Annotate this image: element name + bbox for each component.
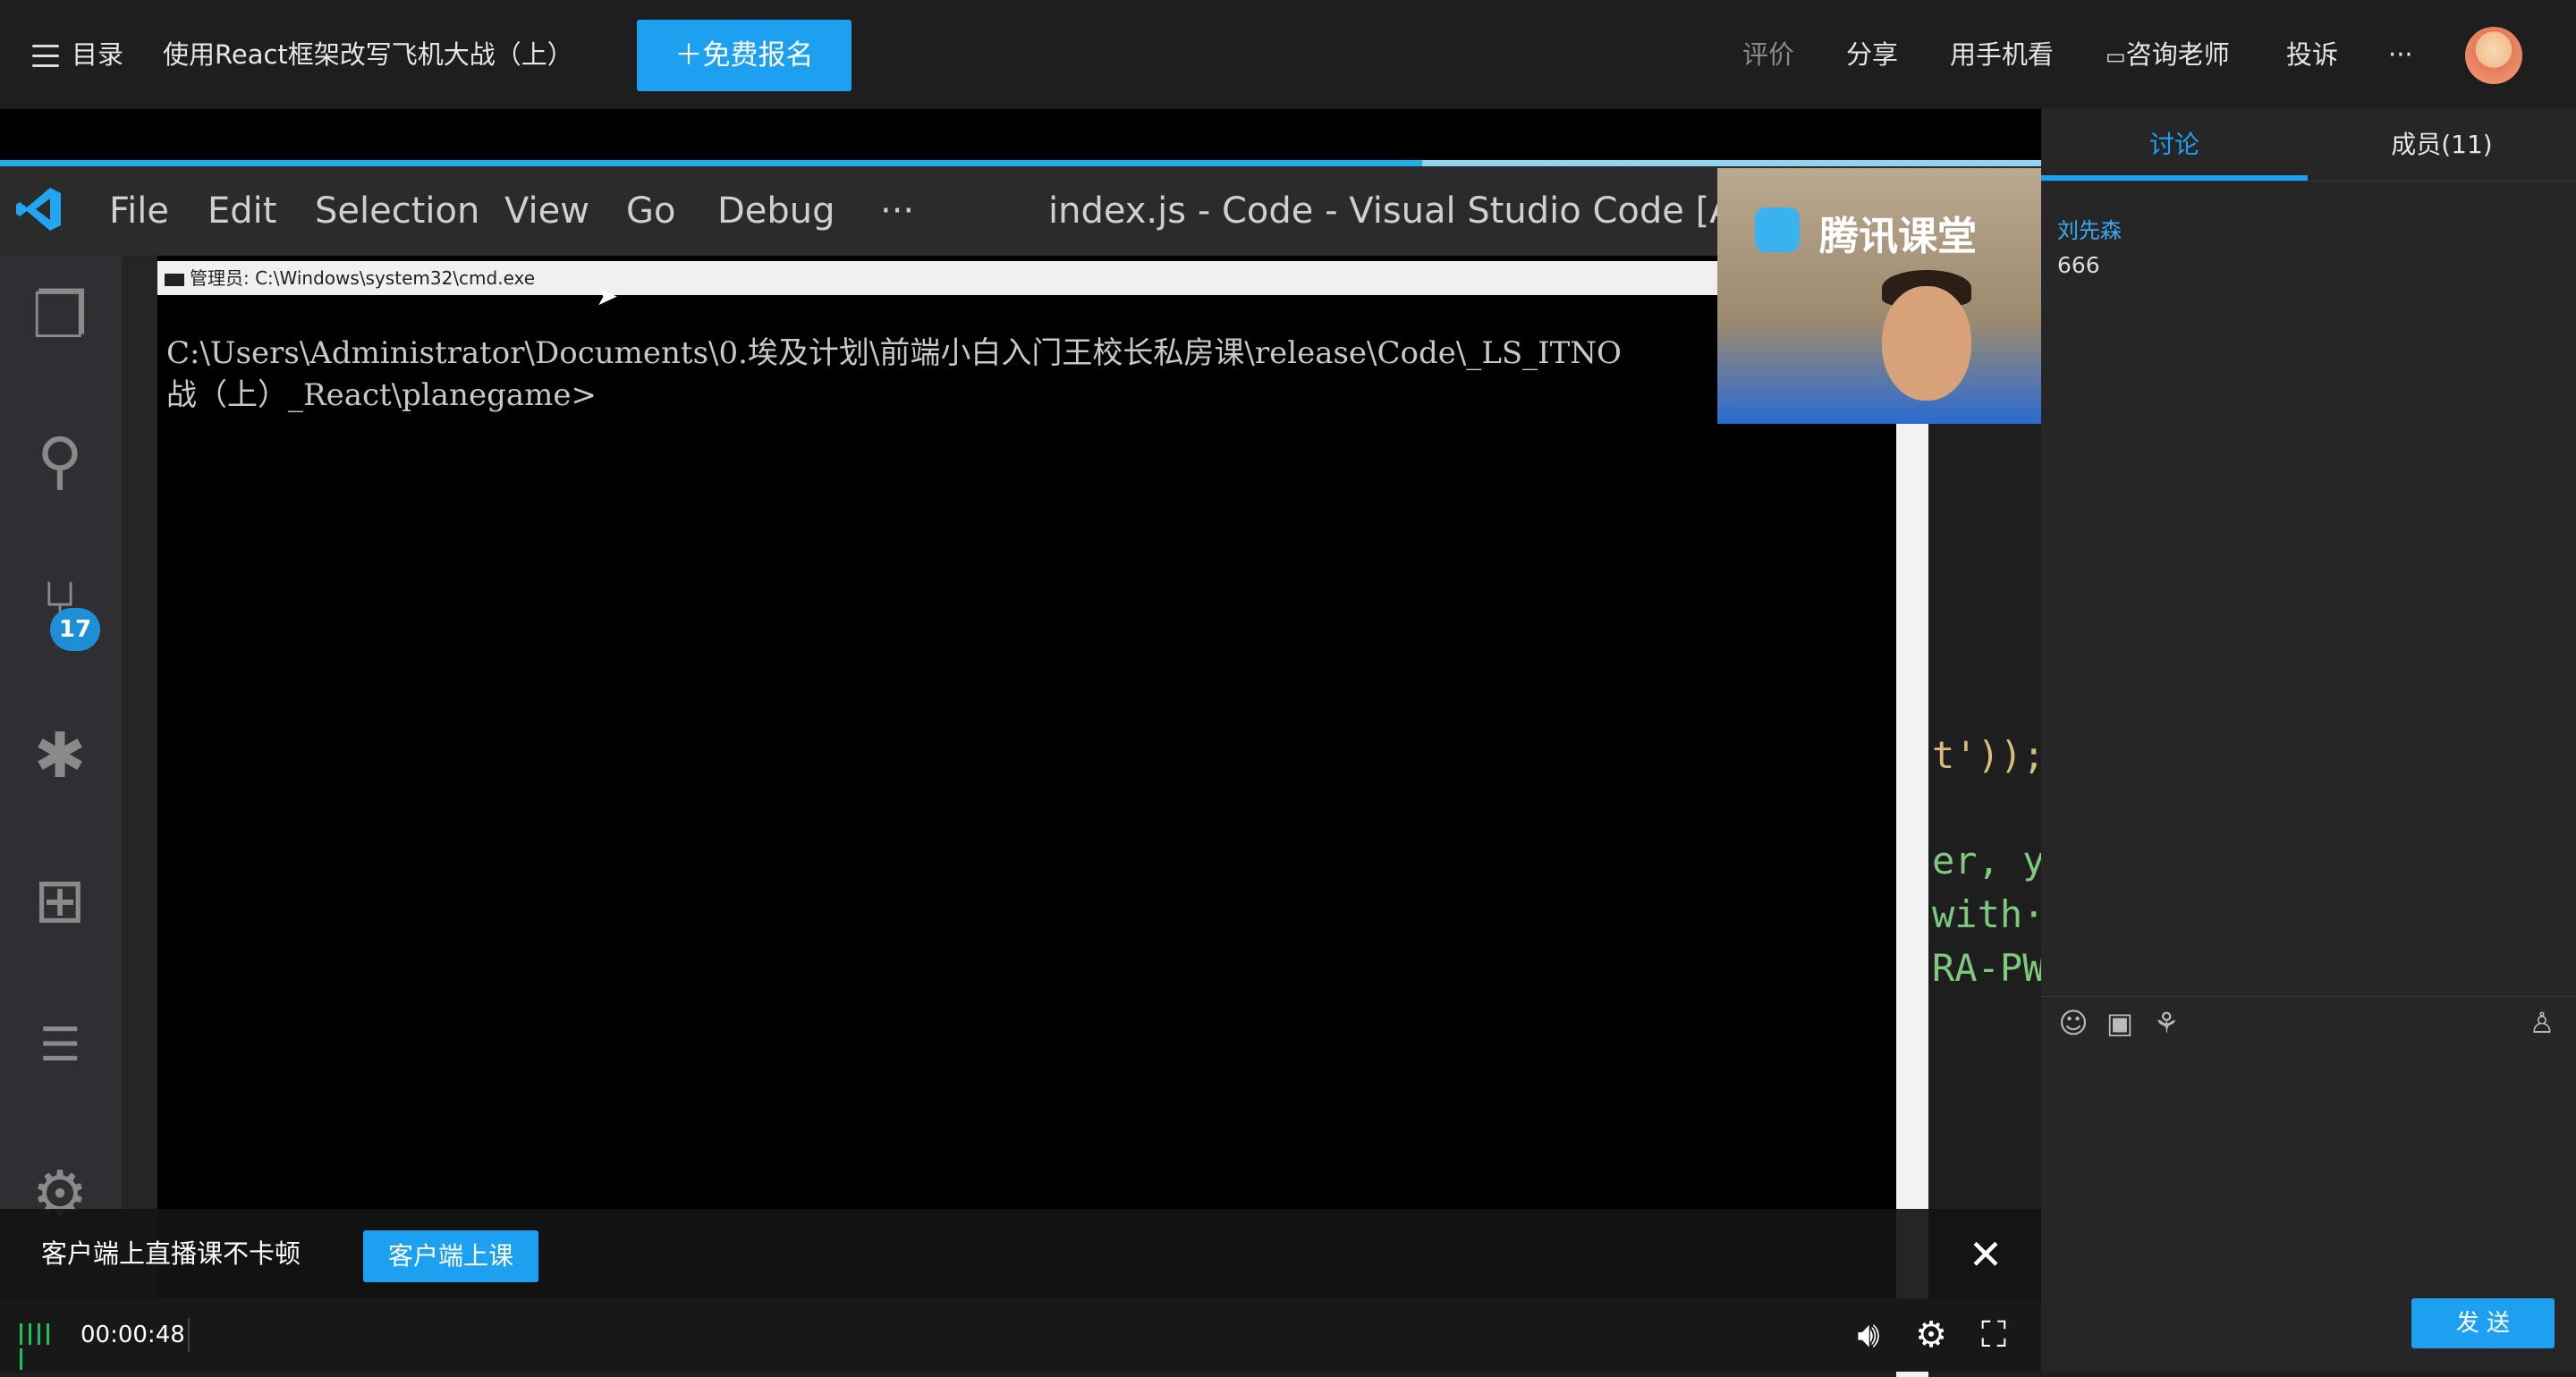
user-icon[interactable]: ♙ — [2524, 1005, 2560, 1041]
cmd-titlebar: 管理员: C:\Windows\system32\cmd.exe — [157, 261, 1928, 295]
vscode-menu-edit: Edit — [208, 190, 277, 232]
more-button[interactable]: ··· — [2388, 0, 2413, 109]
tab-divider — [2041, 181, 2576, 182]
catalog-button[interactable]: 目录 — [72, 0, 123, 109]
cmd-app-icon — [165, 273, 184, 286]
mouse-cursor-icon: ➤ — [596, 281, 619, 312]
menu-icon[interactable] — [32, 45, 59, 68]
vscode-menu-debug: Debug — [717, 190, 835, 232]
controls-divider — [188, 1318, 190, 1352]
close-icon[interactable]: ✕ — [1966, 1232, 2005, 1277]
input-divider — [2041, 996, 2576, 997]
vscode-menu-go: Go — [626, 190, 676, 232]
mobile-view-button[interactable]: 用手机看 — [1950, 0, 2054, 109]
code-line-4: RA-PW — [1932, 946, 2046, 990]
client-class-button[interactable]: 客户端上课 — [363, 1230, 538, 1282]
vscode-menu-file: File — [109, 190, 169, 232]
code-line-1: t')); — [1932, 733, 2046, 777]
vscode-menu-view: View — [504, 190, 589, 232]
consult-teacher-button[interactable]: ▭咨询老师 — [2106, 0, 2230, 109]
player-controls — [0, 1298, 2041, 1372]
banner-text: 客户端上直播课不卡顿 — [41, 1238, 301, 1269]
avatar[interactable] — [2465, 27, 2522, 84]
vscode-logo-icon — [14, 184, 64, 234]
cmd-line-2: 战（上）_React\planegame> — [166, 377, 597, 413]
discussion-panel — [2041, 109, 2576, 1372]
cmd-line-1: C:\Users\Administrator\Documents\0.埃及计划\… — [166, 335, 1622, 371]
tab-discussion[interactable]: 讨论 — [2041, 109, 2308, 181]
send-button[interactable]: 发 送 — [2411, 1298, 2555, 1348]
signal-bars-icon — [20, 1323, 63, 1370]
tab-active-underline — [2041, 175, 2308, 181]
list-icon: ☰ — [38, 1018, 81, 1072]
emoji-icon[interactable]: ☺ — [2055, 1005, 2091, 1041]
flower-icon[interactable]: ⚘ — [2148, 1005, 2184, 1041]
signup-button[interactable]: ＋免费报名 — [637, 20, 852, 91]
cmd-output: C:\Users\Administrator\Documents\0.埃及计划\… — [166, 333, 1866, 417]
scm-badge: 17 — [50, 608, 100, 651]
consult-label: 咨询老师 — [2125, 39, 2230, 70]
search-icon: ⚲ — [37, 424, 83, 497]
vscode-sidebar-edge — [122, 256, 157, 1372]
message-user: 刘先森 — [2057, 218, 2122, 243]
vscode-menu-more: ··· — [880, 190, 915, 232]
volume-icon[interactable]: 🔊︎ — [1846, 1313, 1891, 1357]
playback-time: 00:00:48 — [80, 1322, 185, 1348]
extensions-icon: ⊞ — [33, 864, 87, 937]
report-button[interactable]: 投诉 — [2286, 0, 2338, 109]
vscode-menu-selection: Selection — [315, 190, 480, 232]
share-button[interactable]: 分享 — [1846, 0, 1898, 109]
client-promo-banner — [0, 1209, 2041, 1298]
rate-button[interactable]: 评价 — [1742, 0, 1794, 109]
vscode-window-title: index.js - Code - Visual Studio Code [Ad… — [1048, 190, 1791, 232]
teacher-face — [1882, 286, 1971, 401]
signup-label: 免费报名 — [702, 39, 814, 72]
code-line-3: with· — [1932, 892, 2046, 936]
debug-icon: ✱ — [33, 719, 87, 792]
screen-top-strip-light — [1422, 160, 2041, 166]
fullscreen-icon[interactable]: ⛶ — [1971, 1313, 2016, 1357]
chat-icon: ▭ — [2106, 44, 2126, 69]
tencent-classroom-logo-text: 腾讯课堂 — [1819, 214, 1977, 259]
explorer-icon: ❐ — [31, 279, 89, 352]
settings-icon[interactable]: ⚙ — [1909, 1313, 1953, 1357]
tencent-classroom-logo-icon — [1755, 207, 1800, 252]
tab-members[interactable]: 成员(11) — [2308, 109, 2576, 181]
message-text: 666 — [2057, 252, 2100, 278]
course-title: 使用React框架改写飞机大战（上） — [163, 39, 573, 70]
cmd-window — [157, 256, 1928, 1372]
image-icon[interactable]: ▣ — [2102, 1005, 2138, 1041]
plus-icon: ＋ — [674, 39, 703, 72]
cmd-title-text: 管理员: C:\Windows\system32\cmd.exe — [190, 267, 536, 289]
code-line-2: er, y — [1932, 839, 2046, 883]
